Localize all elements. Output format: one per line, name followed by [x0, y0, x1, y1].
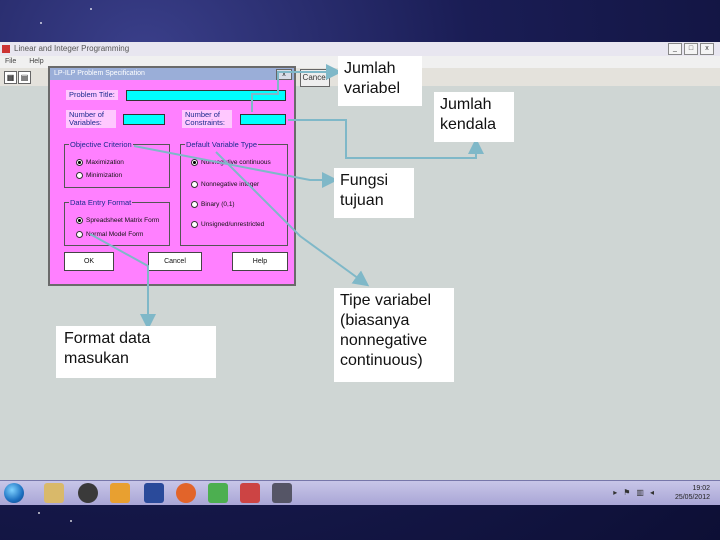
system-clock[interactable]: 19:02 25/05/2012	[675, 484, 710, 502]
firefox-icon[interactable]	[176, 483, 196, 503]
callout-tipe-variabel: Tipe variabel (biasanya nonnegative cont…	[334, 288, 454, 382]
arrow-format-data	[89, 233, 156, 330]
explorer-icon[interactable]	[44, 483, 64, 503]
callout-jumlah-variabel: Jumlah variabel	[338, 56, 422, 106]
start-button[interactable]	[4, 483, 24, 503]
clock-date: 25/05/2012	[674, 494, 710, 501]
checkmark-app-icon[interactable]	[144, 483, 164, 503]
callout-jumlah-kendala: Jumlah kendala	[434, 92, 514, 142]
clock-time: 19:02	[692, 485, 710, 492]
tray-icons: ▸⚑▥◂	[613, 488, 660, 497]
grid-app-icon[interactable]	[208, 483, 228, 503]
hp-icon[interactable]	[78, 483, 98, 503]
presentation-app-icon[interactable]	[240, 483, 260, 503]
taskbar: ▸⚑▥◂ 19:02 25/05/2012	[0, 480, 720, 505]
media-player-icon[interactable]	[110, 483, 130, 503]
lp-app-icon[interactable]	[272, 483, 292, 503]
callout-format-data: Format data masukan	[56, 326, 216, 378]
arrow-jumlah-variabel	[251, 64, 342, 112]
callout-fungsi-tujuan: Fungsi tujuan	[334, 168, 414, 218]
arrow-fungsi-tujuan	[133, 145, 338, 188]
